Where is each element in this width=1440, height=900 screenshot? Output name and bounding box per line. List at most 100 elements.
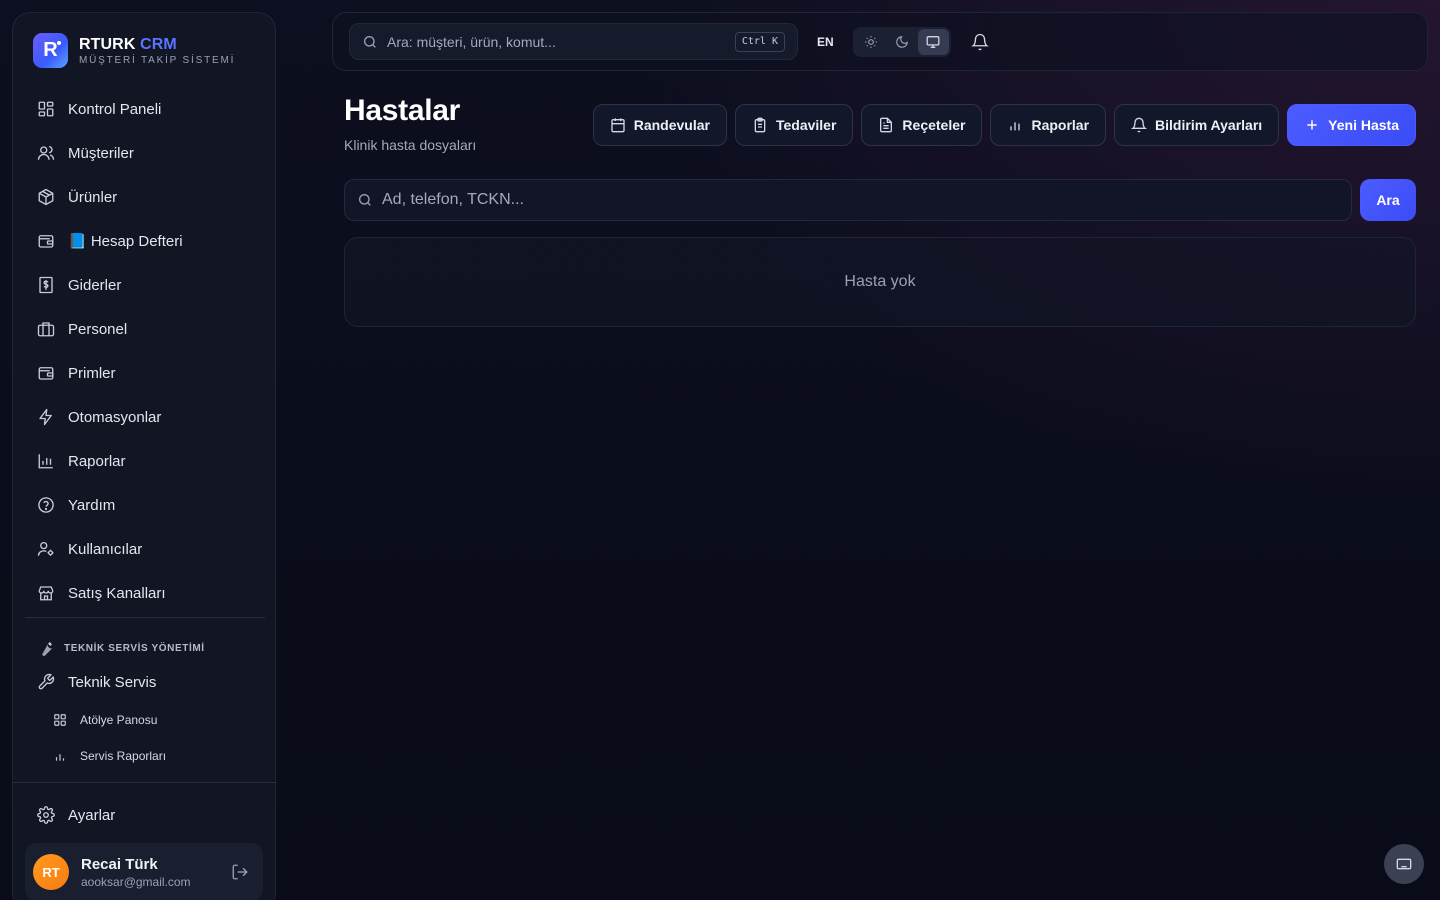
patient-search[interactable]	[344, 179, 1352, 221]
sidebar-item-technical-service[interactable]: Teknik Servis	[37, 662, 156, 702]
sidebar-item-label: Ürünler	[68, 188, 118, 206]
appointments-button-label: Randevular	[633, 117, 710, 133]
grid-icon	[54, 714, 66, 726]
bar-chart-icon	[1010, 122, 1021, 131]
sidebar-divider	[13, 782, 277, 783]
sidebar-item-label: Raporlar	[68, 452, 126, 470]
sidebar-item-label: Primler	[68, 364, 116, 382]
sidebar-item-help[interactable]: Yardım	[25, 483, 265, 527]
sidebar-item-label: Teknik Servis	[68, 673, 157, 691]
new-patient-button-label: Yeni Hasta	[1328, 117, 1399, 133]
page-subtitle: Klinik hasta dosyaları	[344, 137, 477, 153]
wallet-icon	[38, 367, 54, 380]
sidebar-item-label: Satış Kanalları	[68, 584, 166, 602]
brand-name: RTURK CRM	[79, 35, 177, 53]
sidebar-item-expenses[interactable]: Giderler	[25, 263, 265, 307]
patient-search-input[interactable]	[382, 191, 1282, 209]
search-icon	[364, 35, 376, 48]
prescriptions-button-label: Reçeteler	[902, 117, 966, 133]
sidebar-item-label: Giderler	[68, 276, 122, 294]
language-switch[interactable]: EN	[817, 35, 834, 49]
wallet-icon	[38, 235, 54, 248]
box-icon	[38, 188, 54, 206]
grid-icon	[38, 101, 54, 117]
bell-icon[interactable]	[971, 33, 989, 51]
page-title: Hastalar	[344, 94, 461, 127]
sidebar-item-workshop-board[interactable]: Atölye Panosu	[53, 705, 157, 735]
empty-state-text: Hasta yok	[844, 273, 916, 290]
new-patient-button[interactable]: Yeni Hasta	[1287, 104, 1416, 146]
treatments-button[interactable]: Tedaviler	[734, 104, 854, 146]
global-search[interactable]: Ctrl K	[349, 23, 798, 60]
wrench-icon	[42, 642, 53, 656]
topbar: Ctrl K EN	[332, 12, 1428, 71]
sidebar-item-label: Servis Raporları	[80, 749, 167, 763]
gear-icon	[37, 806, 55, 824]
user-email: aooksar@gmail.com	[81, 874, 191, 889]
sidebar-item-sales-channels[interactable]: Satış Kanalları	[25, 571, 265, 615]
sidebar-item-reports[interactable]: Raporlar	[25, 439, 265, 483]
keyboard-icon	[1396, 858, 1412, 870]
user-card[interactable]: RT Recai Türk aooksar@gmail.com	[25, 843, 263, 900]
search-icon	[359, 194, 371, 206]
treatments-button-label: Tedaviler	[775, 117, 837, 133]
sidebar-item-settings[interactable]: Ayarlar	[37, 793, 115, 837]
briefcase-icon	[37, 322, 55, 337]
sidebar-item-dashboard[interactable]: Kontrol Paneli	[25, 87, 265, 131]
theme-light-button[interactable]	[855, 29, 886, 55]
sidebar-item-customers[interactable]: Müşteriler	[25, 131, 265, 175]
sidebar-item-label: Personel	[68, 320, 128, 338]
sidebar-item-label: Kullanıcılar	[68, 540, 143, 558]
sidebar-item-bonuses[interactable]: Primler	[25, 351, 265, 395]
reports-button[interactable]: Raporlar	[990, 104, 1107, 146]
receipt-icon	[39, 276, 53, 294]
brand-logo: R	[33, 33, 68, 68]
section-title-technical-service: TEKNİK SERVİS YÖNETİMİ	[37, 639, 205, 657]
sidebar-item-ledger[interactable]: 📘 Hesap Defteri	[25, 219, 265, 263]
theme-toggle	[853, 27, 951, 57]
sidebar-item-label: Kontrol Paneli	[68, 100, 162, 118]
store-icon	[38, 586, 54, 601]
sidebar-item-automations[interactable]: Otomasyonlar	[25, 395, 265, 439]
bar-chart-icon	[38, 454, 53, 469]
sidebar-item-users[interactable]: Kullanıcılar	[25, 527, 265, 571]
calendar-icon	[611, 118, 625, 133]
sidebar-item-label: Otomasyonlar	[68, 408, 162, 426]
sidebar-item-label: 📘 Hesap Defteri	[68, 233, 183, 250]
sidebar-item-label: Atölye Panosu	[80, 713, 158, 727]
sidebar: R RTURK CRM MÜŞTERİ TAKİP SİSTEMİ Kontro…	[12, 12, 277, 900]
brand-subtitle: MÜŞTERİ TAKİP SİSTEMİ	[79, 54, 236, 66]
moon-icon	[896, 36, 908, 48]
clipboard-icon	[754, 117, 766, 133]
theme-system-button[interactable]	[917, 29, 949, 55]
logout-icon[interactable]	[231, 863, 249, 881]
wrench-icon	[38, 673, 55, 690]
sidebar-item-label: Müşteriler	[68, 144, 134, 162]
keyboard-shortcuts-button[interactable]	[1384, 844, 1424, 884]
shortcut-hint: Ctrl K	[734, 32, 785, 52]
sidebar-item-service-reports[interactable]: Servis Raporları	[53, 741, 166, 771]
sidebar-item-staff[interactable]: Personel	[25, 307, 265, 351]
bell-icon	[1131, 117, 1148, 133]
prescriptions-button[interactable]: Reçeteler	[861, 104, 983, 146]
sidebar-item-products[interactable]: Ürünler	[25, 175, 265, 219]
global-search-input[interactable]	[387, 33, 727, 50]
plus-icon	[1307, 120, 1317, 130]
help-circle-icon	[38, 497, 54, 513]
sidebar-divider	[25, 617, 265, 618]
bar-chart-icon	[55, 754, 65, 761]
theme-dark-button[interactable]	[886, 29, 917, 55]
page-actions: Randevular Tedaviler Reçeteler Raporlar …	[592, 104, 1416, 146]
reports-button-label: Raporlar	[1031, 117, 1090, 133]
sidebar-item-label: Ayarlar	[68, 806, 116, 824]
search-button[interactable]: Ara	[1360, 179, 1416, 221]
sidebar-item-label: Yardım	[68, 496, 116, 514]
empty-state: Hasta yok	[344, 237, 1416, 327]
appointments-button[interactable]: Randevular	[592, 104, 727, 146]
users-icon	[37, 145, 55, 160]
avatar: RT	[33, 854, 69, 890]
brand[interactable]: R RTURK CRM MÜŞTERİ TAKİP SİSTEMİ	[33, 33, 235, 68]
user-name: Recai Türk	[81, 855, 158, 873]
user-cog-icon	[37, 541, 54, 556]
notification-settings-button[interactable]: Bildirim Ayarları	[1114, 104, 1280, 146]
